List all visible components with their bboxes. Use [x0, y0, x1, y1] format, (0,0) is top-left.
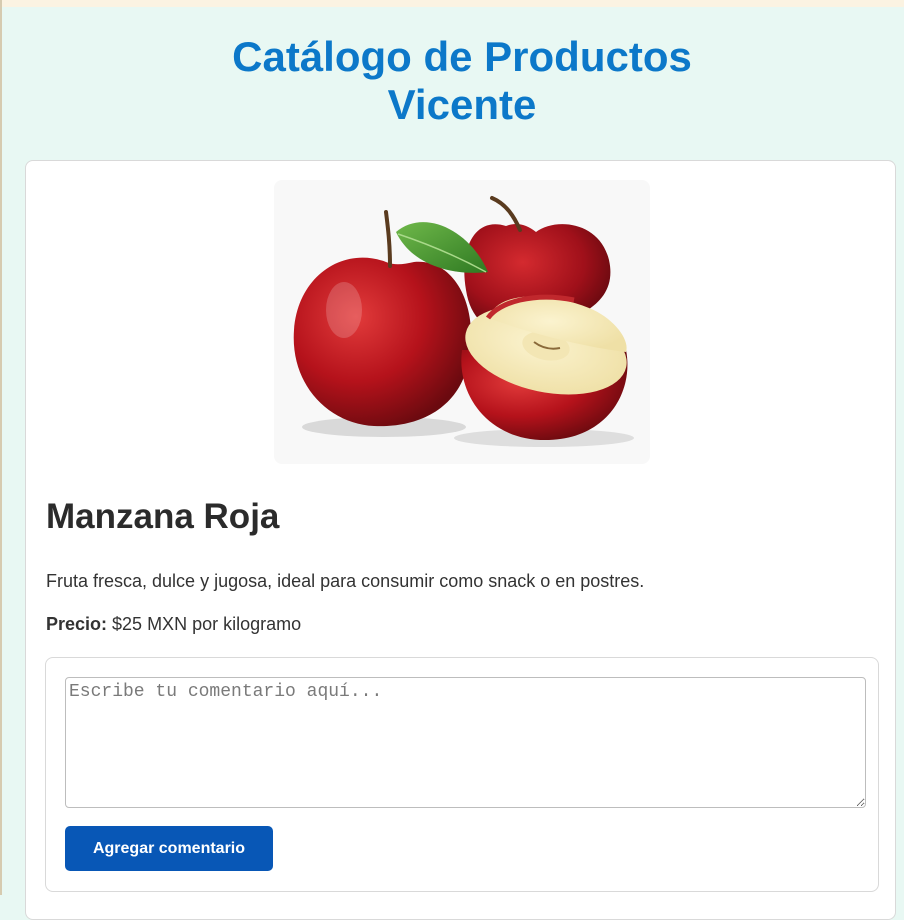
product-name: Manzana Roja [46, 497, 280, 536]
comment-textarea[interactable] [65, 677, 866, 808]
product-price: Precio: $25 MXN por kilogramo [46, 613, 301, 635]
price-value: $25 MXN por kilogramo [107, 614, 302, 634]
window-left-edge [0, 0, 2, 895]
price-label: Precio: [46, 614, 108, 634]
top-strip [0, 0, 904, 7]
product-card: Manzana Roja Fruta fresca, dulce y jugos… [25, 160, 896, 920]
product-image [274, 180, 650, 464]
red-apples-icon [293, 196, 634, 447]
page-title-line1: Catálogo de Productos [232, 33, 692, 80]
add-comment-button[interactable]: Agregar comentario [65, 826, 273, 871]
page-title-line2: Vicente [387, 81, 537, 128]
page-title: Catálogo de Productos Vicente [0, 33, 904, 129]
comment-box: Agregar comentario [45, 657, 879, 892]
product-description: Fruta fresca, dulce y jugosa, ideal para… [46, 571, 645, 591]
